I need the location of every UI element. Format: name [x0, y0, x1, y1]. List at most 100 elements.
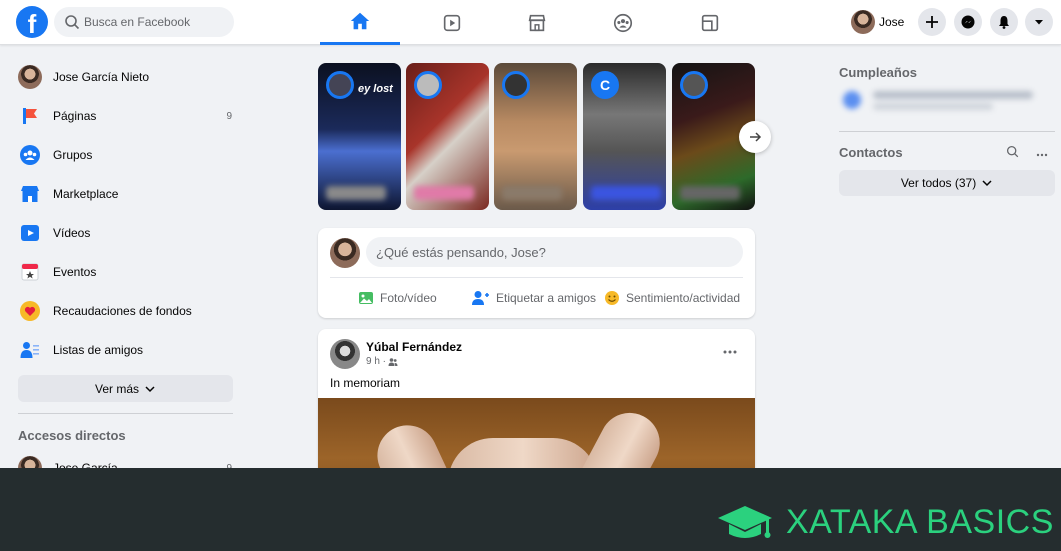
sidebar-item-events[interactable]: Eventos: [18, 257, 238, 287]
tab-home[interactable]: [320, 0, 400, 45]
sidebar-item-label: Jose García Nieto: [53, 70, 150, 84]
story-name: [326, 186, 386, 200]
groups-icon: [613, 13, 633, 32]
story-avatar: C: [591, 71, 619, 99]
story-name: [414, 186, 474, 200]
composer-divider: [330, 277, 743, 278]
tag-friends-button[interactable]: Etiquetar a amigos: [472, 286, 596, 310]
more-options-icon: [1036, 153, 1048, 157]
shortcuts-title: Accesos directos: [18, 428, 126, 443]
sidebar-item-groups[interactable]: Grupos: [18, 140, 238, 170]
shop-icon: [21, 186, 39, 202]
chevron-down-icon: [145, 385, 155, 392]
post-time[interactable]: 9 h ·: [366, 356, 386, 367]
watch-video-icon: [443, 14, 461, 31]
home-icon: [350, 12, 370, 30]
sidebar-item-pages[interactable]: Páginas 9: [18, 101, 238, 131]
post-options-button[interactable]: [723, 341, 737, 357]
photo-video-button[interactable]: Foto/vídeo: [358, 286, 437, 310]
right-divider: [839, 131, 1055, 132]
facebook-logo-icon[interactable]: f: [16, 6, 48, 38]
account-menu-button[interactable]: [1025, 8, 1053, 36]
sidebar-divider: [18, 413, 233, 414]
friends-icon: [388, 357, 398, 366]
see-more-button[interactable]: Ver más: [18, 375, 233, 402]
sidebar-item-label: Listas de amigos: [53, 343, 144, 357]
avatar[interactable]: [330, 339, 360, 369]
plus-icon: [926, 16, 938, 28]
story-card[interactable]: C: [583, 63, 666, 210]
tab-gaming[interactable]: [670, 0, 750, 45]
friends-list-icon: [20, 342, 39, 358]
sidebar-item-friend-lists[interactable]: Listas de amigos: [18, 335, 238, 365]
video-icon: [21, 225, 39, 241]
feed-post: Yúbal Fernández 9 h · In memoriam: [318, 329, 755, 489]
photo-icon: [359, 292, 373, 304]
avatar: [851, 10, 875, 34]
messenger-button[interactable]: [954, 8, 982, 36]
heart-icon: [20, 301, 40, 321]
sidebar-item-count: 9: [226, 110, 232, 122]
story-avatar: [680, 71, 708, 99]
sidebar-item-label: Vídeos: [53, 226, 91, 240]
caret-down-icon: [1035, 20, 1043, 25]
notifications-button[interactable]: [990, 8, 1018, 36]
story-name: [680, 186, 740, 200]
story-caption: C: [599, 77, 611, 93]
composer-input[interactable]: ¿Qué estás pensando, Jose?: [366, 237, 743, 267]
story-card[interactable]: [494, 63, 577, 210]
tab-marketplace[interactable]: [497, 0, 577, 45]
contacts-search-button[interactable]: [1006, 145, 1019, 161]
contacts-title: Contactos: [839, 145, 903, 160]
stories-next-button[interactable]: [739, 121, 771, 153]
sidebar-item-label: Recaudaciones de fondos: [53, 304, 192, 318]
tag-friends-label: Etiquetar a amigos: [496, 291, 597, 305]
post-text: In memoriam: [330, 376, 401, 390]
tab-groups[interactable]: [583, 0, 663, 45]
smiley-icon: [605, 291, 619, 305]
avatar: [330, 238, 360, 268]
brand-text: XATAKA BASICS: [786, 502, 1054, 541]
top-navigation-bar: f Jose: [0, 0, 1061, 45]
story-name: [591, 186, 661, 200]
search-icon: [1006, 145, 1019, 158]
messenger-icon: [961, 15, 975, 29]
bell-icon: [999, 16, 1009, 29]
feeling-activity-label: Sentimiento/actividad: [626, 291, 741, 305]
contacts-options-button[interactable]: [1036, 145, 1048, 160]
brand-logo: XATAKA BASICS: [716, 502, 1054, 542]
sidebar-item-videos[interactable]: Vídeos: [18, 218, 238, 248]
profile-shortcut[interactable]: Jose: [851, 9, 904, 35]
birthdays-title: Cumpleaños: [839, 65, 918, 80]
photo-video-label: Foto/vídeo: [380, 291, 437, 305]
sidebar-item-profile[interactable]: Jose García Nieto: [18, 62, 238, 92]
post-meta: 9 h ·: [366, 356, 398, 367]
story-card[interactable]: ey lost: [318, 63, 401, 210]
story-caption: ey lost: [358, 83, 393, 95]
story-card[interactable]: [406, 63, 489, 210]
see-more-label: Ver más: [94, 381, 139, 396]
calendar-icon: [21, 263, 39, 281]
search-box[interactable]: [54, 7, 234, 37]
see-all-contacts-button[interactable]: Ver todos (37): [839, 170, 1055, 196]
post-composer: ¿Qué estás pensando, Jose? Foto/vídeo Et…: [318, 228, 755, 318]
birthday-item[interactable]: [843, 88, 1043, 114]
sidebar-item-fundraisers[interactable]: Recaudaciones de fondos: [18, 296, 238, 326]
sidebar-item-label: Grupos: [53, 148, 93, 162]
tag-friends-icon: [472, 291, 489, 305]
sidebar-item-marketplace[interactable]: Marketplace: [18, 179, 238, 209]
create-button[interactable]: [918, 8, 946, 36]
tab-watch[interactable]: [412, 0, 492, 45]
search-icon: [65, 15, 80, 30]
feeling-activity-button[interactable]: Sentimiento/actividad: [604, 286, 740, 310]
sidebar-item-label: Páginas: [53, 109, 97, 123]
story-avatar: [414, 71, 442, 99]
chevron-down-icon: [982, 180, 992, 187]
search-input[interactable]: [84, 7, 229, 37]
groups-icon: [20, 145, 40, 165]
arrow-right-icon: [750, 132, 762, 142]
post-author[interactable]: Yúbal Fernández: [366, 340, 462, 354]
sidebar-item-label: Eventos: [53, 265, 97, 279]
avatar: [18, 65, 42, 89]
see-all-label: Ver todos (37): [900, 176, 977, 190]
